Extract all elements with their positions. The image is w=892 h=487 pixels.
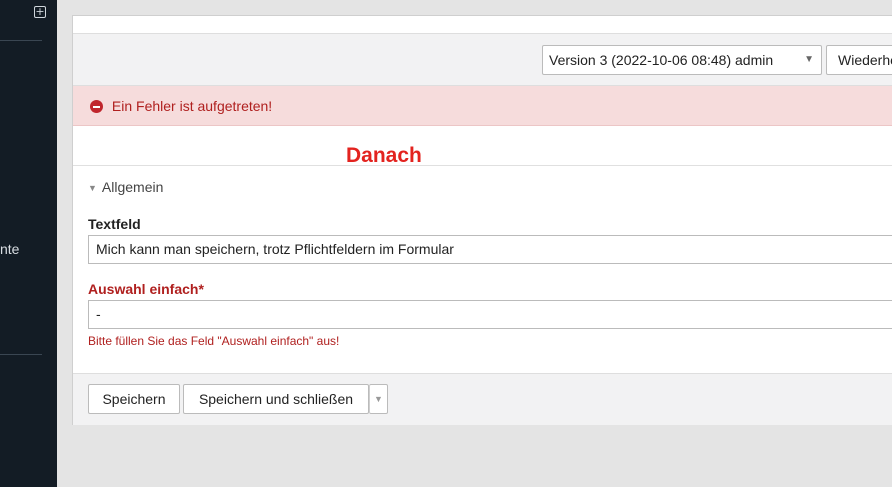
chevron-down-icon: ▼ (374, 394, 383, 404)
sidebar-item-label[interactable]: nte (0, 241, 19, 257)
plus-square-icon[interactable]: + (34, 6, 46, 18)
save-options-dropdown[interactable]: ▼ (369, 384, 388, 414)
error-alert: Ein Fehler ist aufgetreten! (73, 86, 892, 126)
chevron-down-icon: ▼ (804, 54, 814, 65)
error-alert-message: Ein Fehler ist aufgetreten! (111, 98, 273, 114)
textfeld-label: Textfeld (88, 216, 141, 232)
auswahl-error-message: Bitte füllen Sie das Feld "Auswahl einfa… (88, 334, 340, 348)
section-toggle-allgemein[interactable]: ▼ Allgemein (88, 179, 163, 195)
restore-button[interactable]: Wiederherstellen (826, 45, 892, 75)
form-footer: Speichern Speichern und schließen ▼ (73, 373, 892, 425)
section-divider (73, 165, 892, 166)
version-toolbar: Version 3 (2022-10-06 08:48) admin ▼ Wie… (73, 33, 892, 86)
save-button[interactable]: Speichern (88, 384, 180, 414)
form-panel: Version 3 (2022-10-06 08:48) admin ▼ Wie… (72, 15, 892, 425)
triangle-down-icon: ▼ (88, 183, 97, 193)
sidebar-divider (0, 40, 42, 41)
minus-circle-icon (90, 100, 103, 113)
sidebar: + nte (0, 0, 57, 487)
textfeld-input[interactable]: Mich kann man speichern, trotz Pflichtfe… (88, 235, 892, 264)
auswahl-label: Auswahl einfach* (88, 281, 204, 297)
sidebar-divider (0, 354, 42, 355)
auswahl-select[interactable]: - (88, 300, 892, 329)
version-select-value: Version 3 (2022-10-06 08:48) admin (549, 52, 774, 68)
save-and-close-button[interactable]: Speichern und schließen (183, 384, 369, 414)
main-content: Version 3 (2022-10-06 08:48) admin ▼ Wie… (57, 0, 892, 487)
version-select[interactable]: Version 3 (2022-10-06 08:48) admin ▼ (542, 45, 822, 75)
section-label: Allgemein (101, 179, 164, 195)
